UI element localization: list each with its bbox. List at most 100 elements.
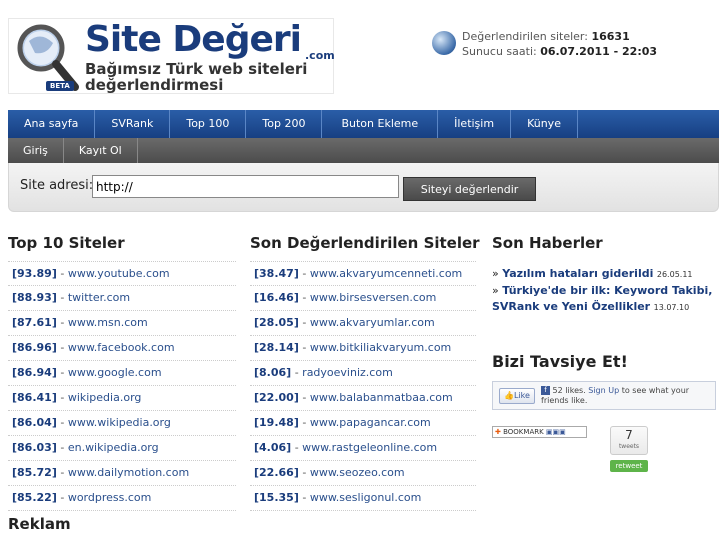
score: [88.93]	[12, 291, 57, 304]
tweet-count: 7	[625, 428, 633, 442]
site-link[interactable]: www.balabanmatbaa.com	[310, 391, 453, 404]
site-search-bar: Site adresi: Siteyi değerlendir	[8, 163, 719, 212]
score: [86.94]	[12, 366, 57, 379]
site-link[interactable]: radyoeviniz.com	[302, 366, 393, 379]
score: [22.00]	[254, 391, 299, 404]
news-item[interactable]: » Türkiye'de bir ilk: Keyword Takibi, SV…	[492, 283, 717, 316]
site-link[interactable]: www.seozeo.com	[310, 466, 405, 479]
site-link[interactable]: twitter.com	[68, 291, 130, 304]
stats-sites-count: 16631	[591, 30, 630, 43]
site-link[interactable]: www.rastgeleonline.com	[302, 441, 437, 454]
site-link[interactable]: www.sesligonul.com	[310, 491, 422, 504]
score: [22.66]	[254, 466, 299, 479]
site-link[interactable]: www.msn.com	[68, 316, 148, 329]
list-item[interactable]: [22.66] - www.seozeo.com	[250, 461, 476, 486]
nav-about[interactable]: Künye	[511, 110, 578, 138]
main-nav: Ana sayfa SVRank Top 100 Top 200 Buton E…	[8, 110, 719, 138]
list-item[interactable]: [8.06] - radyoeviniz.com	[250, 361, 476, 386]
list-item[interactable]: [19.48] - www.papagancar.com	[250, 411, 476, 436]
nav-svrank[interactable]: SVRank	[95, 110, 171, 138]
site-link[interactable]: www.google.com	[68, 366, 162, 379]
facebook-like-text: f 52 likes. Sign Up to see what your fri…	[541, 386, 713, 406]
nav-contact[interactable]: İletişim	[438, 110, 512, 138]
score: [86.41]	[12, 391, 57, 404]
list-item[interactable]: [88.93] - twitter.com	[8, 286, 236, 311]
facebook-like-button[interactable]: 👍Like	[499, 388, 535, 404]
score: [8.06]	[254, 366, 292, 379]
news-title: Son Haberler	[492, 234, 603, 252]
list-item[interactable]: [86.41] - wikipedia.org	[8, 386, 236, 411]
thumbs-up-icon: 👍	[504, 391, 514, 400]
news-date: 26.05.11	[656, 270, 693, 279]
user-nav: Giriş Kayıt Ol	[8, 138, 719, 163]
news-list: » Yazılım hataları giderildi 26.05.11 » …	[492, 266, 717, 316]
news-link[interactable]: Yazılım hataları giderildi	[502, 267, 653, 280]
list-item[interactable]: [85.22] - wordpress.com	[8, 486, 236, 511]
site-link[interactable]: en.wikipedia.org	[68, 441, 159, 454]
nav-top200[interactable]: Top 200	[246, 110, 323, 138]
list-item[interactable]: [86.96] - www.facebook.com	[8, 336, 236, 361]
site-stats: Değerlendirilen siteler: 16631 Sunucu sa…	[432, 29, 657, 59]
globe-icon	[432, 31, 456, 55]
site-link[interactable]: www.wikipedia.org	[68, 416, 171, 429]
list-item[interactable]: [38.47] - www.akvaryumcenneti.com	[250, 261, 476, 286]
list-item[interactable]: [87.61] - www.msn.com	[8, 311, 236, 336]
list-item[interactable]: [22.00] - www.balabanmatbaa.com	[250, 386, 476, 411]
list-item[interactable]: [86.94] - www.google.com	[8, 361, 236, 386]
nav-register[interactable]: Kayıt Ol	[64, 138, 138, 163]
list-item[interactable]: [85.72] - www.dailymotion.com	[8, 461, 236, 486]
bookmark-label: BOOKMARK	[503, 428, 544, 436]
score: [87.61]	[12, 316, 57, 329]
score: [16.46]	[254, 291, 299, 304]
list-item[interactable]: [15.35] - www.sesligonul.com	[250, 486, 476, 511]
site-link[interactable]: www.bitkiliakvaryum.com	[310, 341, 451, 354]
facebook-icon: f	[541, 386, 550, 395]
score: [38.47]	[254, 267, 299, 280]
score: [28.14]	[254, 341, 299, 354]
facebook-like-box: 👍Like f 52 likes. Sign Up to see what yo…	[492, 381, 716, 410]
site-link[interactable]: www.dailymotion.com	[68, 466, 189, 479]
list-item[interactable]: [86.04] - www.wikipedia.org	[8, 411, 236, 436]
share-icon: ✚	[495, 428, 501, 436]
list-item[interactable]: [93.89] - www.youtube.com	[8, 261, 236, 286]
score: [19.48]	[254, 416, 299, 429]
ads-title: Reklam	[8, 515, 71, 533]
top10-list: [93.89] - www.youtube.com [88.93] - twit…	[8, 261, 236, 511]
news-date: 13.07.10	[653, 303, 690, 312]
site-link[interactable]: www.papagancar.com	[310, 416, 431, 429]
score: [4.06]	[254, 441, 292, 454]
signup-link[interactable]: Sign Up	[588, 386, 619, 395]
news-item[interactable]: » Yazılım hataları giderildi 26.05.11	[492, 266, 717, 283]
site-link[interactable]: wordpress.com	[68, 491, 152, 504]
site-logo[interactable]: Site Değeri .com Bağımsız Türk web sitel…	[8, 18, 335, 94]
list-item[interactable]: [16.46] - www.birsesversen.com	[250, 286, 476, 311]
list-item[interactable]: [4.06] - www.rastgeleonline.com	[250, 436, 476, 461]
nav-home[interactable]: Ana sayfa	[8, 110, 96, 138]
site-link[interactable]: wikipedia.org	[68, 391, 142, 404]
list-item[interactable]: [28.14] - www.bitkiliakvaryum.com	[250, 336, 476, 361]
top10-title: Top 10 Siteler	[8, 234, 125, 252]
site-link[interactable]: www.youtube.com	[68, 267, 170, 280]
site-link[interactable]: www.akvaryumlar.com	[310, 316, 435, 329]
site-link[interactable]: www.birsesversen.com	[310, 291, 437, 304]
score: [85.22]	[12, 491, 57, 504]
list-item[interactable]: [86.03] - en.wikipedia.org	[8, 436, 236, 461]
stats-label-sites: Değerlendirilen siteler:	[462, 30, 588, 43]
site-link[interactable]: www.akvaryumcenneti.com	[310, 267, 462, 280]
nav-top100[interactable]: Top 100	[170, 110, 247, 138]
tweet-counter[interactable]: 7 tweets	[610, 426, 648, 455]
list-item[interactable]: [28.05] - www.akvaryumlar.com	[250, 311, 476, 336]
bookmark-button[interactable]: ✚ BOOKMARK ▣▣▣	[492, 426, 587, 438]
nav-login[interactable]: Giriş	[8, 138, 64, 163]
site-link[interactable]: www.facebook.com	[68, 341, 175, 354]
evaluate-site-button[interactable]: Siteyi değerlendir	[403, 177, 536, 201]
retweet-button[interactable]: retweet	[610, 460, 648, 472]
score: [28.05]	[254, 316, 299, 329]
score: [93.89]	[12, 267, 57, 280]
site-address-input[interactable]	[92, 175, 399, 198]
score: [86.96]	[12, 341, 57, 354]
site-address-label: Site adresi:	[20, 178, 94, 193]
likes-count: 52 likes.	[552, 386, 586, 395]
nav-button-embed[interactable]: Buton Ekleme	[322, 110, 439, 138]
beta-badge: BETA	[46, 81, 74, 91]
